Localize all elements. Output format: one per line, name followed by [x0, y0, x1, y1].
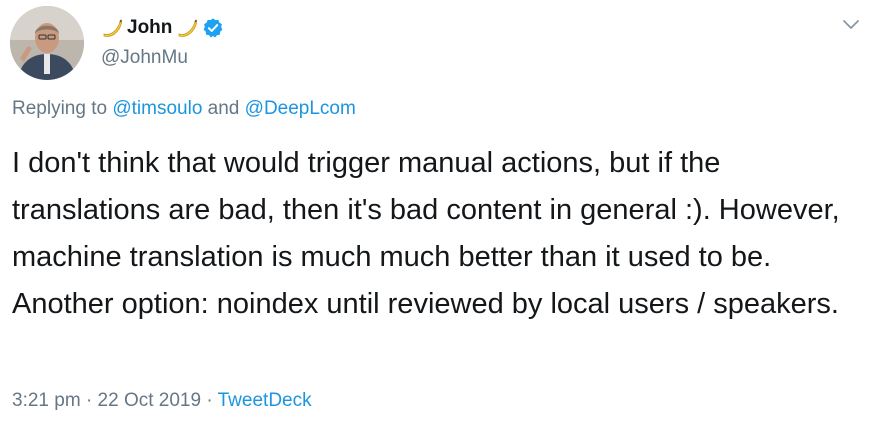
chevron-down-icon [843, 20, 859, 29]
mention-link[interactable]: @DeepLcom [245, 98, 356, 119]
tweet-metadata: 3:21 pm · 22 Oct 2019 · TweetDeck [12, 390, 312, 412]
display-name[interactable]: John [127, 17, 172, 39]
author-name-row[interactable]: John [101, 15, 224, 41]
reply-conjunction: and [207, 98, 240, 119]
meta-separator: · [206, 390, 213, 411]
banana-icon [176, 17, 198, 39]
tweet-time[interactable]: 3:21 pm [12, 390, 81, 411]
tweet-menu-button[interactable] [838, 14, 864, 36]
author-handle[interactable]: @JohnMu [101, 47, 188, 69]
verified-badge-icon [202, 17, 224, 39]
reply-context: Replying to @timsoulo and @DeepLcom [12, 98, 356, 120]
tweet-text: I don't think that would trigger manual … [12, 147, 840, 320]
banana-icon [101, 17, 123, 39]
mention-link[interactable]: @timsoulo [112, 98, 202, 119]
reply-prefix: Replying to [12, 98, 108, 119]
avatar[interactable] [10, 6, 84, 80]
tweet-source-link[interactable]: TweetDeck [218, 390, 312, 411]
tweet-date[interactable]: 22 Oct 2019 [98, 390, 202, 411]
meta-separator: · [85, 390, 93, 411]
